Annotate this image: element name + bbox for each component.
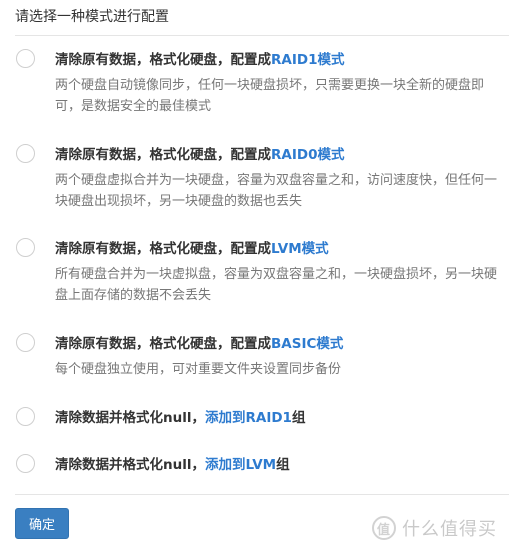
option-raid1-description: 两个硬盘自动镜像同步，任何一块硬盘损坏，只需要更换一块全新的硬盘即可，是数据安全… bbox=[55, 78, 485, 114]
option-basic-description: 每个硬盘独立使用，可对重要文件夹设置同步备份 bbox=[55, 362, 342, 377]
footer-divider bbox=[15, 494, 509, 495]
option-raid0-title-prefix: 清除原有数据，格式化硬盘，配置成 bbox=[55, 147, 271, 163]
option-add-lvm-title-accent: 添加到LVM bbox=[204, 457, 277, 473]
option-add-raid1-title-prefix: 清除数据并格式化null， bbox=[55, 410, 205, 426]
header-divider bbox=[15, 35, 509, 36]
radio-basic[interactable] bbox=[16, 333, 35, 352]
confirm-button[interactable]: 确定 bbox=[15, 508, 69, 539]
option-add-lvm-title-suffix: 组 bbox=[276, 457, 290, 473]
option-add-lvm-title: 清除数据并格式化null，添加到LVM组 bbox=[55, 453, 290, 473]
page-title: 请选择一种模式进行配置 bbox=[15, 9, 169, 25]
option-basic-title-accent: BASIC模式 bbox=[271, 336, 344, 352]
option-raid0-title-accent: RAID0模式 bbox=[271, 147, 345, 163]
option-lvm-description: 所有硬盘合并为一块虚拟盘，容量为双盘容量之和，一块硬盘损坏，另一块硬盘上面存储的… bbox=[55, 267, 498, 303]
radio-add-lvm[interactable] bbox=[16, 454, 35, 473]
watermark-logo-icon: 值 bbox=[372, 516, 396, 540]
option-add-raid1-title-suffix: 组 bbox=[291, 410, 306, 426]
option-add-raid1-title: 清除数据并格式化null，添加到RAID1组 bbox=[55, 406, 305, 426]
option-lvm-title-prefix: 清除原有数据，格式化硬盘，配置成 bbox=[55, 241, 271, 257]
option-raid0-title: 清除原有数据，格式化硬盘，配置成RAID0模式 bbox=[55, 143, 344, 163]
option-raid1-title-accent: RAID1模式 bbox=[271, 52, 345, 68]
option-raid1-title: 清除原有数据，格式化硬盘，配置成RAID1模式 bbox=[55, 48, 344, 68]
option-add-raid1-title-accent: 添加到RAID1 bbox=[204, 410, 292, 426]
radio-raid0[interactable] bbox=[16, 144, 35, 163]
option-raid1-title-prefix: 清除原有数据，格式化硬盘，配置成 bbox=[55, 52, 271, 68]
watermark-text: 什么值得买 bbox=[402, 519, 497, 540]
option-basic-title: 清除原有数据，格式化硬盘，配置成BASIC模式 bbox=[55, 332, 343, 352]
option-lvm-title: 清除原有数据，格式化硬盘，配置成LVM模式 bbox=[55, 237, 329, 257]
radio-raid1[interactable] bbox=[16, 49, 35, 68]
watermark: 值 什么值得买 bbox=[372, 515, 497, 541]
option-lvm-title-accent: LVM模式 bbox=[271, 241, 329, 257]
option-raid0-description: 两个硬盘虚拟合并为一块硬盘，容量为双盘容量之和，访问速度快，但任何一块硬盘出现损… bbox=[55, 173, 498, 209]
radio-add-raid1[interactable] bbox=[16, 407, 35, 426]
option-basic-title-prefix: 清除原有数据，格式化硬盘，配置成 bbox=[55, 336, 271, 352]
option-add-lvm-title-prefix: 清除数据并格式化null， bbox=[55, 457, 205, 473]
radio-lvm[interactable] bbox=[16, 238, 35, 257]
